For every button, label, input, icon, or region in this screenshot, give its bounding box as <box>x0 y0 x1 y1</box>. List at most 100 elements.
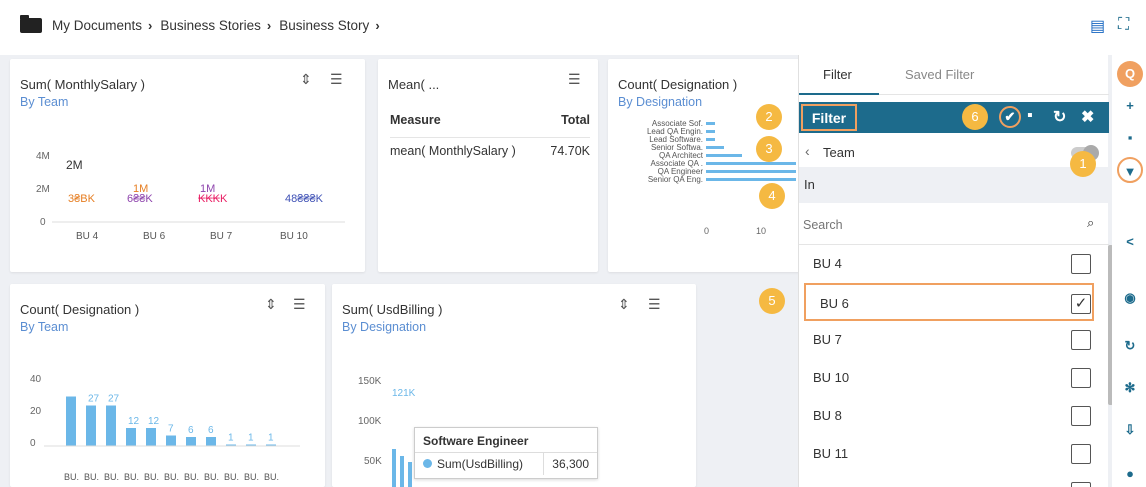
bar <box>706 162 796 165</box>
data-label: 27 <box>108 394 120 405</box>
operator-select[interactable]: In <box>799 167 1109 203</box>
chevron-right-icon: › <box>375 18 380 33</box>
column-header: Measure <box>390 113 441 127</box>
refresh-icon[interactable]: ↻ <box>1053 107 1066 127</box>
data-label: 12 <box>148 416 160 427</box>
filter-option[interactable]: BU 4 <box>799 245 1104 283</box>
card-title: Sum( UsdBilling ) <box>342 302 443 317</box>
team-label: Team <box>823 145 855 160</box>
option-label: BU 6 <box>820 296 849 311</box>
designation-chart: Associate Sof.Lead QA Engin.Lead Softwar… <box>647 119 796 236</box>
save-icon[interactable]: ▪ <box>1117 125 1143 151</box>
menu-icon[interactable]: ☰ <box>293 296 306 313</box>
menu-icon[interactable]: ☰ <box>568 71 581 88</box>
salary-card: Sum( MonthlySalary ) By Team ⇕ ☰ 4M 2M 0… <box>10 59 365 272</box>
settings-icon[interactable]: ✻ <box>1117 375 1143 401</box>
filter-option[interactable]: BU 8 <box>799 397 1104 435</box>
eye-icon[interactable]: ◉ <box>1117 285 1143 311</box>
card-title: Sum( MonthlySalary ) <box>20 77 145 92</box>
mean-card: Mean( ... ☰ Measure Total mean( MonthlyS… <box>378 59 598 272</box>
back-chevron-icon[interactable]: ‹ <box>805 143 810 159</box>
bar <box>706 170 796 173</box>
close-icon[interactable]: ✖ <box>1081 107 1094 127</box>
tooltip-series: Sum(UsdBilling) <box>415 453 543 475</box>
column-header: Total <box>561 113 590 127</box>
checkbox[interactable] <box>1071 368 1091 388</box>
menu-icon[interactable]: ☰ <box>648 296 661 313</box>
data-point: 3₴BK <box>68 193 96 205</box>
checkbox[interactable] <box>1071 482 1091 487</box>
x-tick: BU. <box>64 472 79 482</box>
breadcrumb-item[interactable]: Business Story <box>279 18 369 33</box>
marker-4: 4 <box>759 183 785 209</box>
breadcrumb-item[interactable]: My Documents <box>52 18 142 33</box>
data-label: 7 <box>168 424 174 435</box>
user-icon[interactable]: ● <box>1117 461 1143 487</box>
sort-icon[interactable]: ⇕ <box>300 71 312 88</box>
tab-filter[interactable]: Filter <box>823 67 852 82</box>
option-label: BU 7 <box>813 332 842 347</box>
save-icon[interactable]: ▪ <box>1027 107 1033 125</box>
checkbox[interactable] <box>1071 444 1091 464</box>
x-tick: BU 7 <box>210 231 233 239</box>
search-icon[interactable]: Q <box>1117 61 1143 87</box>
checkbox[interactable] <box>1071 330 1091 350</box>
comment-icon[interactable]: ▤ <box>1090 16 1105 36</box>
x-tick: BU. <box>224 472 239 482</box>
option-label: BU 11 <box>813 446 849 461</box>
bar <box>706 138 715 141</box>
bar <box>400 456 404 487</box>
refresh-icon[interactable]: ↻ <box>1117 333 1143 359</box>
apply-check-icon[interactable]: ✔ <box>999 106 1021 128</box>
filter-option[interactable]: BU 7 <box>799 321 1104 359</box>
filter-button[interactable]: Filter <box>801 104 857 131</box>
option-label: BU 4 <box>813 256 842 271</box>
right-toolbar: Q + ▪ ▼ < ◉ ↻ ✻ ⇩ ● <box>1112 55 1146 487</box>
fullscreen-icon[interactable]: ⛶ <box>1118 16 1129 34</box>
sort-icon[interactable]: ⇕ <box>618 296 630 313</box>
x-tick: BU. <box>204 472 219 482</box>
checkbox[interactable]: ✓ <box>1071 294 1091 314</box>
data-label: 27 <box>88 394 100 405</box>
share-icon[interactable]: < <box>1117 229 1143 255</box>
y-tick: 150K <box>358 376 382 387</box>
data-label: 12 <box>128 416 140 427</box>
bar <box>106 405 116 446</box>
checkbox[interactable] <box>1071 406 1091 426</box>
filter-option[interactable]: BU 10 <box>799 359 1104 397</box>
designation-card: Count( Designation ) By Designation Asso… <box>608 59 808 272</box>
breadcrumb-item[interactable]: Business Stories <box>160 18 261 33</box>
tab-saved-filter[interactable]: Saved Filter <box>905 67 974 82</box>
marker-2: 2 <box>756 104 782 130</box>
option-label: BU 10 <box>813 370 850 385</box>
table-cell: mean( MonthlySalary ) <box>390 144 516 158</box>
tooltip-value: 36,300 <box>543 453 597 475</box>
option-label: BU 8 <box>813 408 842 423</box>
card-subtitle: By Team <box>20 320 69 334</box>
folder-icon <box>20 15 42 33</box>
filter-icon[interactable]: ▼ <box>1117 157 1143 183</box>
bar <box>706 122 715 125</box>
bar <box>706 178 796 181</box>
export-icon[interactable]: ⇩ <box>1117 417 1143 443</box>
card-title: Mean( ... <box>388 77 440 92</box>
x-tick: 10 <box>756 226 766 236</box>
bar <box>206 437 216 446</box>
filter-option[interactable]: BU 6 ✓ <box>804 283 1094 321</box>
filter-option[interactable]: BU 13 <box>799 473 1104 487</box>
y-tick: Senior QA Eng. <box>648 175 703 184</box>
add-icon[interactable]: + <box>1117 93 1143 119</box>
filter-header: Filter ✔ ▪ ↻ ✖ <box>799 102 1109 133</box>
sort-icon[interactable]: ⇕ <box>265 296 277 313</box>
filter-option[interactable]: BU 11 <box>799 435 1104 473</box>
card-subtitle: By Designation <box>342 320 427 334</box>
bar <box>126 428 136 446</box>
search-input[interactable] <box>803 213 1073 237</box>
bar <box>186 437 196 446</box>
search-icon[interactable]: ⌕ <box>1087 215 1094 231</box>
table-row: mean( MonthlySalary ) 74.70K <box>390 138 590 164</box>
active-tab-indicator <box>799 93 879 95</box>
data-label: 1 <box>248 433 254 444</box>
menu-icon[interactable]: ☰ <box>330 71 343 88</box>
checkbox[interactable] <box>1071 254 1091 274</box>
